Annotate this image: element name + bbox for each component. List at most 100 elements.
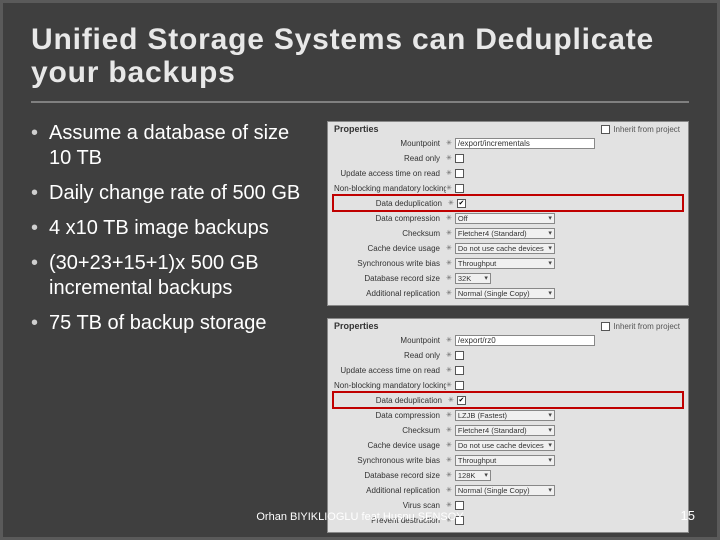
property-label: Data deduplication xyxy=(336,396,448,405)
panel-rows: Mountpoint✳/export/incrementals Read only… xyxy=(334,136,682,300)
property-row: Additional replication✳Normal (Single Co… xyxy=(334,483,682,497)
property-control: ✳Do not use cache devices xyxy=(446,440,682,451)
required-icon: ✳ xyxy=(446,426,452,434)
bullet-item: Assume a database of size 10 TB xyxy=(31,121,311,171)
bullet-list: Assume a database of size 10 TB Daily ch… xyxy=(31,121,311,533)
required-icon: ✳ xyxy=(446,381,452,389)
properties-panel-bottom: Properties Inherit from project Mountpoi… xyxy=(327,318,689,533)
required-icon: ✳ xyxy=(446,486,452,494)
property-row: Mountpoint✳/export/incrementals xyxy=(334,136,682,150)
select-input[interactable]: 32K xyxy=(455,273,491,284)
select-input[interactable]: Do not use cache devices xyxy=(455,440,555,451)
property-label: Checksum xyxy=(334,426,446,435)
text-input[interactable]: /export/rz0 xyxy=(455,335,595,346)
property-row: Data deduplication✳✔ xyxy=(334,393,682,407)
property-row: Non-blocking mandatory locking✳ xyxy=(334,378,682,392)
select-input[interactable]: Do not use cache devices xyxy=(455,243,555,254)
property-row: Database record size✳32K xyxy=(334,271,682,285)
property-label: Data compression xyxy=(334,411,446,420)
properties-panel-top: Properties Inherit from project Mountpoi… xyxy=(327,121,689,306)
property-row: Data compression✳Off xyxy=(334,211,682,225)
required-icon: ✳ xyxy=(448,199,454,207)
property-control: ✳Fletcher4 (Standard) xyxy=(446,228,682,239)
panel-rows: Mountpoint✳/export/rz0Read only✳Update a… xyxy=(334,333,682,527)
property-control: ✳Throughput xyxy=(446,258,682,269)
property-label: Database record size xyxy=(334,471,446,480)
property-row: Synchronous write bias✳Throughput xyxy=(334,256,682,270)
checkbox[interactable] xyxy=(455,351,464,360)
property-label: Update access time on read xyxy=(334,169,446,178)
select-input[interactable]: Normal (Single Copy) xyxy=(455,288,555,299)
property-row: Update access time on read✳ xyxy=(334,166,682,180)
property-row: Checksum✳Fletcher4 (Standard) xyxy=(334,423,682,437)
property-control: ✳Normal (Single Copy) xyxy=(446,485,682,496)
property-label: Data compression xyxy=(334,214,446,223)
select-input[interactable]: LZJB (Fastest) xyxy=(455,410,555,421)
property-label: Non-blocking mandatory locking xyxy=(334,184,446,193)
inherit-label: Inherit from project xyxy=(613,322,680,331)
property-control: ✳Normal (Single Copy) xyxy=(446,288,682,299)
required-icon: ✳ xyxy=(446,501,452,509)
checkbox[interactable] xyxy=(455,501,464,510)
checkbox[interactable]: ✔ xyxy=(457,396,466,405)
bullet-item: 75 TB of backup storage xyxy=(31,311,311,336)
text-input[interactable]: /export/incrementals xyxy=(455,138,595,149)
select-input[interactable]: Fletcher4 (Standard) xyxy=(455,228,555,239)
checkbox[interactable] xyxy=(455,366,464,375)
property-label: Non-blocking mandatory locking xyxy=(334,381,446,390)
select-input[interactable]: Throughput xyxy=(455,455,555,466)
property-control: ✳ xyxy=(446,184,682,193)
property-row: Cache device usage✳Do not use cache devi… xyxy=(334,438,682,452)
property-label: Virus scan xyxy=(334,501,446,510)
slide-body: Assume a database of size 10 TB Daily ch… xyxy=(31,121,689,533)
select-input[interactable]: Throughput xyxy=(455,258,555,269)
checkbox[interactable] xyxy=(455,381,464,390)
checkbox[interactable] xyxy=(455,154,464,163)
property-row: Checksum✳Fletcher4 (Standard) xyxy=(334,226,682,240)
property-control: ✳ xyxy=(446,169,682,178)
property-row: Data compression✳LZJB (Fastest) xyxy=(334,408,682,422)
property-row: Cache device usage✳Do not use cache devi… xyxy=(334,241,682,255)
slide-title: Unified Storage Systems can Deduplicate … xyxy=(31,23,689,103)
property-control: ✳/export/rz0 xyxy=(446,335,682,346)
checkbox-icon[interactable] xyxy=(601,322,610,331)
select-input[interactable]: Off xyxy=(455,213,555,224)
required-icon: ✳ xyxy=(446,336,452,344)
property-label: Database record size xyxy=(334,274,446,283)
checkbox[interactable]: ✔ xyxy=(457,199,466,208)
property-control: ✳128K xyxy=(446,470,682,481)
property-label: Cache device usage xyxy=(334,441,446,450)
required-icon: ✳ xyxy=(448,396,454,404)
inherit-from-project[interactable]: Inherit from project xyxy=(601,322,680,331)
property-control: ✳✔ xyxy=(448,199,680,208)
bullet-item: 4 x10 TB image backups xyxy=(31,216,311,241)
select-input[interactable]: 128K xyxy=(455,470,491,481)
property-label: Additional replication xyxy=(334,486,446,495)
property-control: ✳32K xyxy=(446,273,682,284)
bullet-item: Daily change rate of 500 GB xyxy=(31,181,311,206)
property-label: Checksum xyxy=(334,229,446,238)
panel-stack: Properties Inherit from project Mountpoi… xyxy=(327,121,689,533)
property-label: Update access time on read xyxy=(334,366,446,375)
required-icon: ✳ xyxy=(446,229,452,237)
property-label: Mountpoint xyxy=(334,336,446,345)
property-label: Synchronous write bias xyxy=(334,259,446,268)
bullet-item: (30+23+15+1)x 500 GB incremental backups xyxy=(31,251,311,301)
required-icon: ✳ xyxy=(446,351,452,359)
select-input[interactable]: Normal (Single Copy) xyxy=(455,485,555,496)
property-label: Cache device usage xyxy=(334,244,446,253)
property-row: Non-blocking mandatory locking✳ xyxy=(334,181,682,195)
property-label: Read only xyxy=(334,154,446,163)
required-icon: ✳ xyxy=(446,366,452,374)
property-control: ✳Throughput xyxy=(446,455,682,466)
inherit-from-project[interactable]: Inherit from project xyxy=(601,125,680,134)
checkbox[interactable] xyxy=(455,169,464,178)
required-icon: ✳ xyxy=(446,471,452,479)
checkbox-icon[interactable] xyxy=(601,125,610,134)
inherit-label: Inherit from project xyxy=(613,125,680,134)
page-number: 15 xyxy=(681,508,695,523)
checkbox[interactable] xyxy=(455,184,464,193)
select-input[interactable]: Fletcher4 (Standard) xyxy=(455,425,555,436)
property-label: Additional replication xyxy=(334,289,446,298)
required-icon: ✳ xyxy=(446,184,452,192)
